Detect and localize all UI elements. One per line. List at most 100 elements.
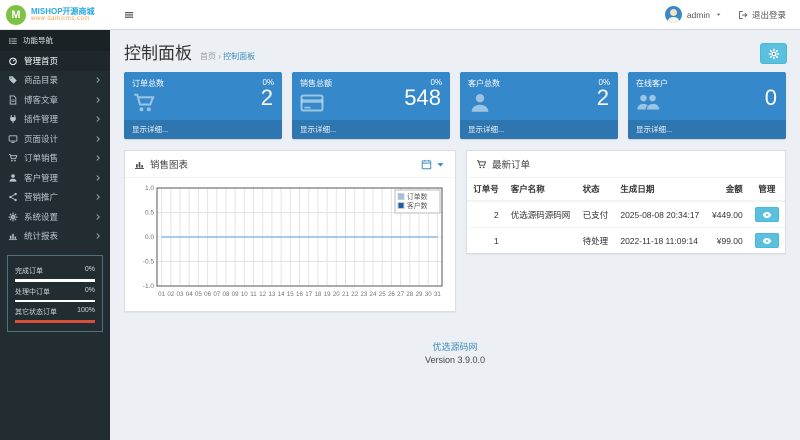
- sales-chart-svg: 1.00.50.0-0.5-1.001 02 03 04 05 06 07 08 09 10 11 1…: [143, 185, 443, 298]
- logo[interactable]: M MISHOP开源商城 www.damicms.com: [0, 0, 110, 30]
- chevron-right-icon: [94, 96, 102, 104]
- user-menu[interactable]: admin: [664, 6, 722, 23]
- svg-text:29: 29: [416, 291, 423, 298]
- breadcrumb-current[interactable]: 控制面板: [223, 52, 255, 61]
- order-customer: 优选源码源码网: [504, 201, 577, 228]
- file-icon: [8, 95, 18, 105]
- content: 控制面板 首页 › 控制面板 订单总数 0% 2 显示详细... 销售总额 0% 548 显示…: [110, 30, 800, 440]
- orders-column-header: 客户名称: [504, 178, 577, 202]
- progress-label: 完成订单: [15, 268, 43, 275]
- svg-text:12: 12: [259, 291, 266, 298]
- chevron-right-icon: [94, 154, 102, 162]
- sidebar-item[interactable]: 订单销售: [0, 149, 110, 169]
- order-no: 2: [467, 201, 505, 228]
- svg-text:13: 13: [268, 291, 275, 298]
- users-icon: [636, 91, 660, 115]
- svg-text:08: 08: [223, 291, 230, 298]
- sidebar-item[interactable]: 商品目录: [0, 71, 110, 91]
- stat-value: 2: [596, 85, 609, 110]
- order-progress-item: 完成订单 0%: [15, 266, 95, 282]
- stat-value: 0: [764, 85, 777, 110]
- svg-text:20: 20: [333, 291, 340, 298]
- sidebar-toggle-button[interactable]: [110, 0, 148, 29]
- sidebar-item-label: 客户管理: [24, 172, 59, 183]
- cart-icon: [476, 159, 487, 170]
- monitor-icon: [8, 134, 18, 144]
- sales-chart: 1.0 0.5 0.0 -0.5 -1.0 01 02 03 04 05 06 07 08 09 10 11 1…: [125, 178, 455, 311]
- bar-chart-icon: [134, 159, 145, 170]
- sidebar-item-label: 订单销售: [24, 153, 59, 164]
- page-title: 控制面板: [124, 44, 192, 63]
- sidebar-item-label: 页面设计: [24, 133, 59, 144]
- breadcrumb-separator: ›: [218, 52, 221, 61]
- stat-card: 客户总数 0% 2 显示详细...: [460, 72, 618, 139]
- sidebar-item[interactable]: 客户管理: [0, 168, 110, 188]
- order-amount: ¥449.00: [705, 201, 749, 228]
- sidebar-item[interactable]: 插件管理: [0, 110, 110, 130]
- svg-text:18: 18: [314, 291, 321, 298]
- orders-table-header-row: 订单号 客户名称 状态 生成日期 金额 管理: [467, 178, 785, 202]
- order-date: 2022-11-18 11:09:14: [620, 235, 699, 246]
- stat-label: 在线客户: [636, 79, 668, 88]
- progress-value: 100%: [77, 307, 95, 314]
- stat-value: 2: [260, 85, 273, 110]
- sidebar-item[interactable]: 统计报表: [0, 227, 110, 247]
- svg-text:0.5: 0.5: [145, 210, 154, 217]
- svg-text:11: 11: [250, 291, 257, 298]
- logo-icon: M: [6, 4, 26, 25]
- view-order-button[interactable]: [754, 233, 779, 248]
- logo-title: MISHOP开源商城: [31, 7, 95, 16]
- orders-column-header: 金额: [705, 178, 749, 202]
- stat-more-link[interactable]: 显示详细...: [628, 120, 786, 139]
- svg-text:客户数: 客户数: [407, 201, 428, 210]
- username: admin: [686, 9, 710, 20]
- sidebar-item[interactable]: 博客文章: [0, 90, 110, 110]
- order-row: 2 优选源码源码网 已支付 2025-08-08 20:34:17 ¥449.00: [467, 201, 785, 228]
- nav-header-label: 功能导航: [23, 36, 53, 45]
- sidebar-item-label: 系统设置: [24, 211, 59, 222]
- svg-text:16: 16: [296, 291, 303, 298]
- sidebar-menu: 管理首页 商品目录 博客文章 插件管理页面设计订单销售客户管理营销推广系统设置统计报表: [0, 51, 110, 246]
- stat-label: 销售总额: [300, 79, 332, 88]
- sidebar-item[interactable]: 管理首页: [0, 51, 110, 71]
- svg-text:03: 03: [177, 291, 184, 298]
- date-range-button[interactable]: [421, 159, 446, 170]
- stat-more-link[interactable]: 显示详细...: [124, 120, 282, 139]
- logo-subtitle: www.damicms.com: [31, 16, 90, 22]
- bar-chart-icon: [8, 231, 18, 241]
- stat-card: 在线客户 0 显示详细...: [628, 72, 786, 139]
- orders-column-header: 订单号: [467, 178, 505, 202]
- settings-button[interactable]: [760, 43, 787, 64]
- gear-icon: [8, 212, 18, 222]
- progress-label: 处理中订单: [15, 288, 50, 296]
- stat-more-link[interactable]: 显示详细...: [460, 120, 618, 139]
- svg-text:06: 06: [204, 291, 211, 298]
- stat-label: 客户总数: [468, 79, 500, 88]
- dashboard-icon: [8, 56, 18, 66]
- breadcrumb-home[interactable]: 首页: [200, 52, 216, 61]
- calendar-icon: [421, 159, 432, 170]
- svg-text:24: 24: [370, 291, 377, 298]
- svg-text:30: 30: [425, 291, 432, 298]
- order-customer: [505, 228, 577, 254]
- sidebar: M MISHOP开源商城 www.damicms.com 功能导航 管理首页 商品…: [0, 0, 110, 440]
- svg-text:19: 19: [324, 291, 331, 298]
- orders-panel-title: 最新订单: [492, 160, 531, 171]
- chevron-right-icon: [94, 174, 102, 182]
- svg-text:订单数: 订单数: [407, 192, 428, 201]
- sidebar-item[interactable]: 页面设计: [0, 129, 110, 149]
- eye-icon: [762, 210, 772, 220]
- sidebar-item[interactable]: 营销推广: [0, 188, 110, 208]
- caret-down-icon: [715, 11, 722, 18]
- progress-value: 0%: [84, 266, 95, 273]
- svg-text:17: 17: [305, 291, 312, 298]
- list-icon: [8, 36, 18, 46]
- footer-link[interactable]: 优选源码网: [124, 340, 786, 353]
- sidebar-item[interactable]: 系统设置: [0, 207, 110, 227]
- progress-bar: [15, 279, 95, 282]
- svg-text:-1.0: -1.0: [143, 283, 155, 290]
- latest-orders-panel: 最新订单 订单号 客户名称 状态 生成日期 金额 管理 2 优选源码源码网 已支付 2025-0…: [466, 150, 786, 254]
- logout-button[interactable]: 退出登录: [738, 9, 786, 21]
- stat-more-link[interactable]: 显示详细...: [292, 120, 450, 139]
- view-order-button[interactable]: [754, 207, 779, 222]
